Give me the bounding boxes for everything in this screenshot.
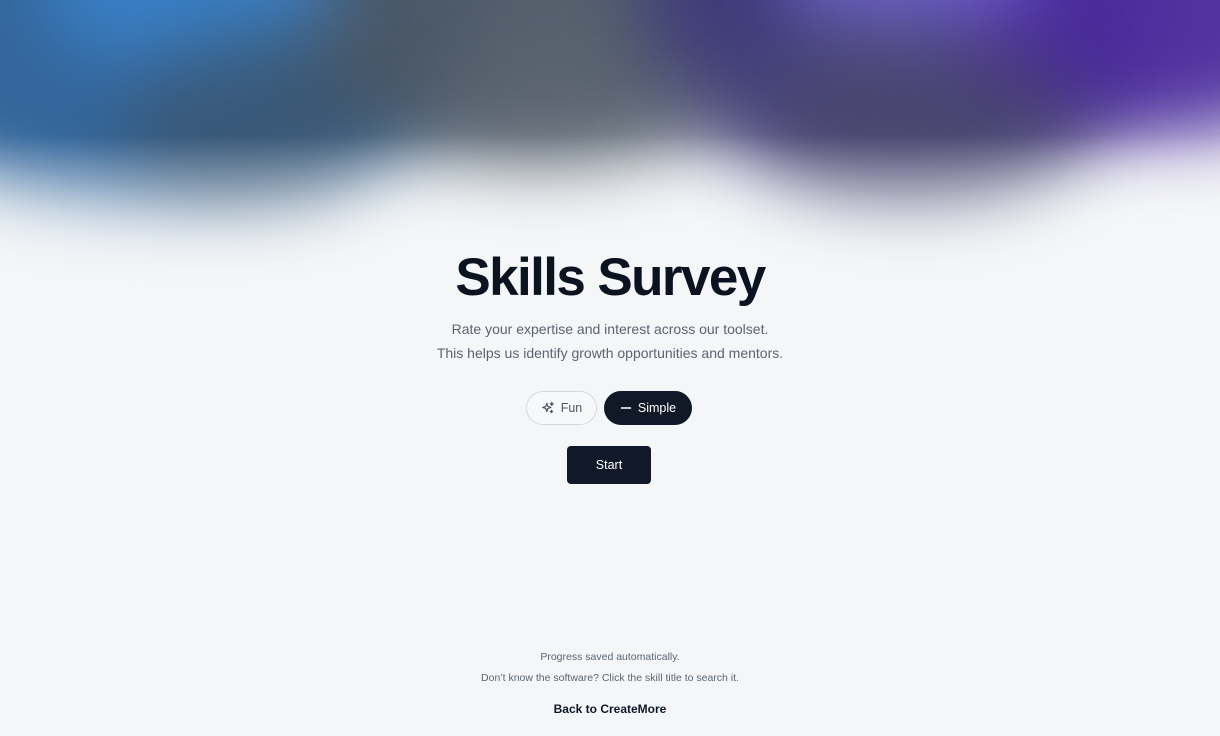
mode-fun-button[interactable]: Fun <box>526 391 597 425</box>
sparkles-icon <box>541 401 555 415</box>
back-to-createmore-link[interactable]: Back to CreateMore <box>0 701 1220 717</box>
mode-fun-label: Fun <box>560 401 583 415</box>
mode-simple-button[interactable]: Simple <box>604 391 692 425</box>
subtitle-line-1: Rate your expertise and interest across … <box>451 321 769 337</box>
minus-icon <box>620 402 632 414</box>
search-hint-note: Don’t know the software? Click the skill… <box>481 672 739 684</box>
mode-toggle: Fun Simple <box>526 391 692 425</box>
page-title: Skills Survey <box>455 248 766 307</box>
subtitle-line-2: This helps us identify growth opportunit… <box>436 345 784 361</box>
mode-simple-label: Simple <box>637 401 677 415</box>
autosave-note: Progress saved automatically. <box>540 651 680 663</box>
start-button[interactable]: Start <box>567 446 651 484</box>
